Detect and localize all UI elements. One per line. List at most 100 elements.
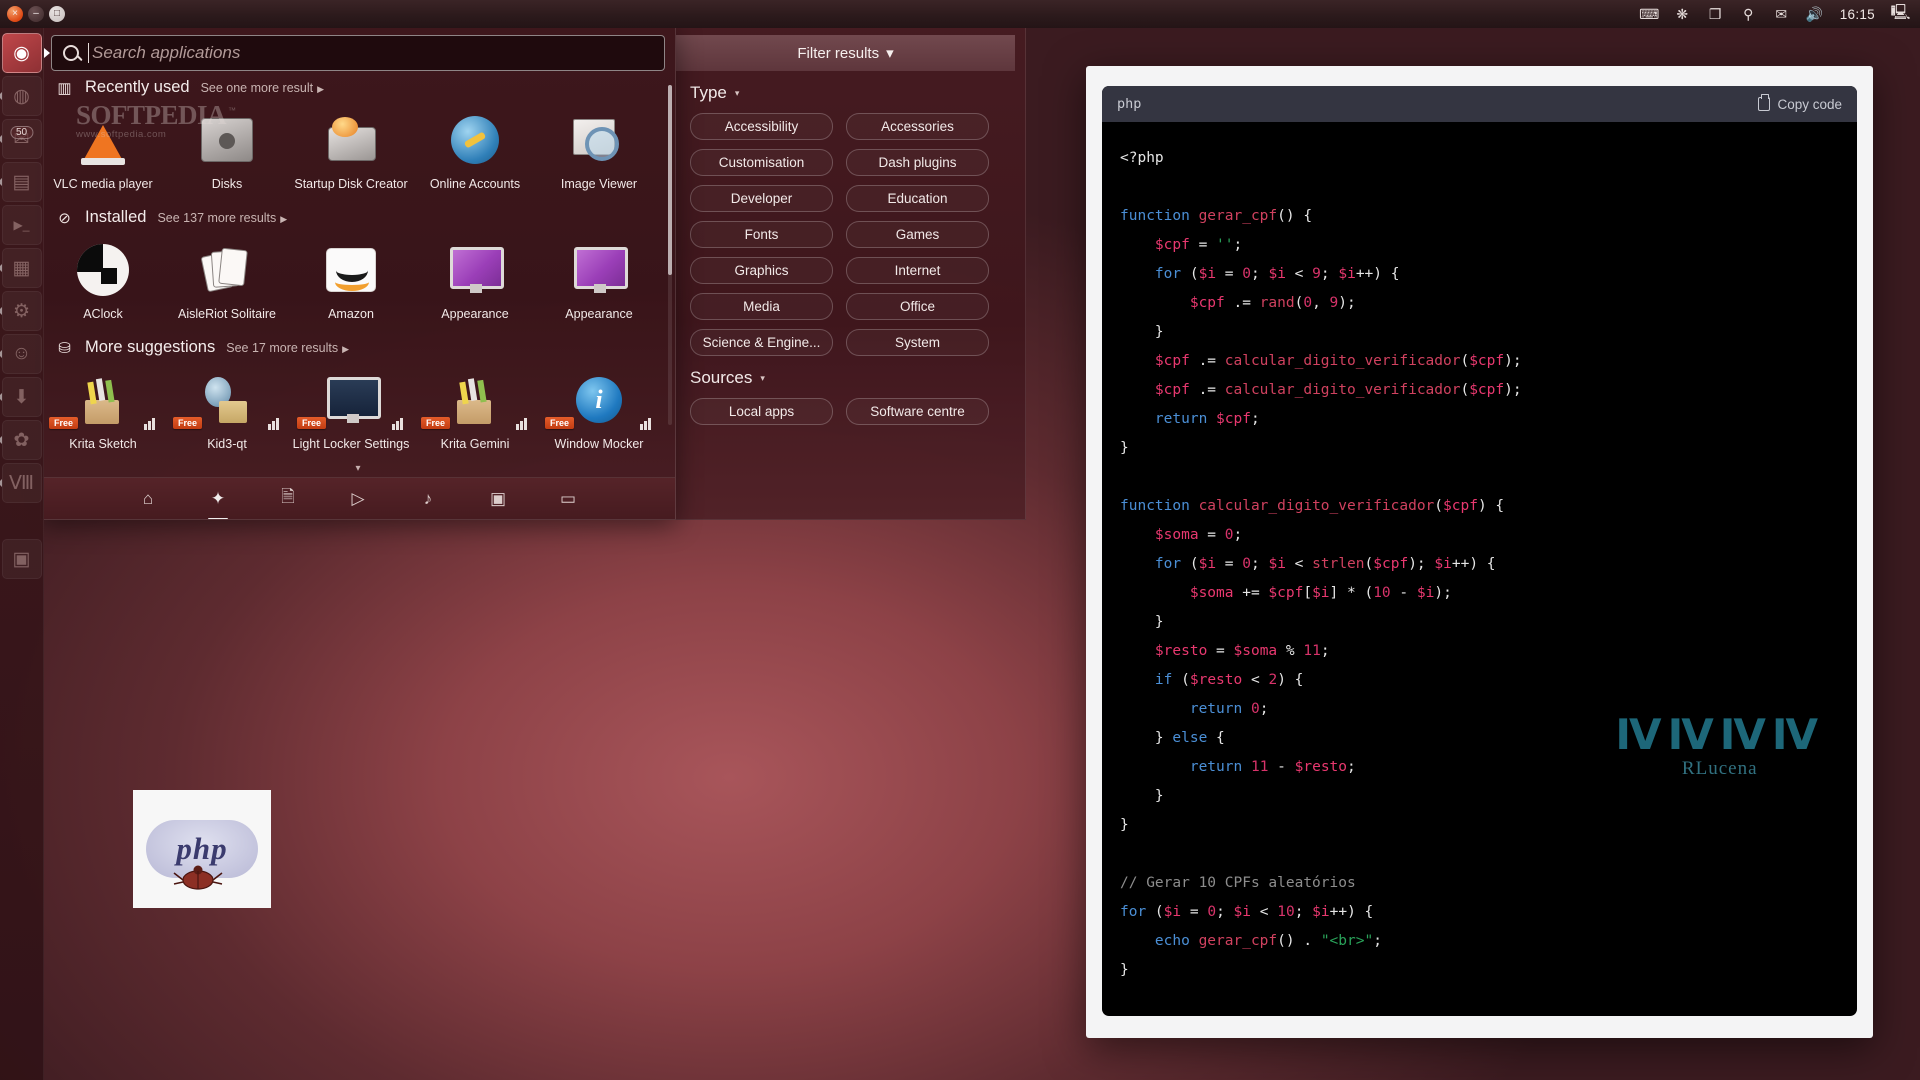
vpn-icon[interactable]: ⚲ <box>1739 6 1758 23</box>
launcher-item-firefox[interactable]: ◍ <box>0 76 42 116</box>
filter-button-accessories[interactable]: Accessories <box>846 113 989 140</box>
bluetooth-icon[interactable]: ❋ <box>1673 6 1692 23</box>
desktop-php-thumbnail[interactable]: php <box>133 790 271 908</box>
code-token: "<br>" <box>1320 933 1374 949</box>
running-indicator <box>0 264 2 272</box>
filter-button-fonts[interactable]: Fonts <box>690 221 833 248</box>
launcher-item-system-settings[interactable]: ⚙ <box>0 291 42 331</box>
filter-button-dash-plugins[interactable]: Dash plugins <box>846 149 989 176</box>
code-token: $resto <box>1154 643 1208 659</box>
code-snippet-window[interactable]: php Copy code <?php function gerar_cpf()… <box>1086 66 1873 1038</box>
dash-app-tile[interactable]: i Free Window Mocker <box>537 363 661 461</box>
launcher-item-files-nautilus[interactable]: ▤ <box>0 162 42 202</box>
dropbox-icon[interactable]: ❐ <box>1706 6 1725 23</box>
dash-app-tile[interactable]: Startup Disk Creator <box>289 103 413 201</box>
launcher-item-vmware[interactable]: Ⅷ <box>0 463 42 503</box>
window-controls[interactable]: × – □ <box>0 6 65 22</box>
filter-button-games[interactable]: Games <box>846 221 989 248</box>
unity-dash[interactable]: Search applications ▥ Recently used See on… <box>40 24 676 520</box>
display-icon[interactable]: 🖳 <box>1891 4 1911 23</box>
filter-button-customisation[interactable]: Customisation <box>690 149 833 176</box>
app-icon-wrap <box>43 109 163 171</box>
dash-applications-lens[interactable]: ✦ <box>206 487 230 511</box>
ibus-indicator-icon[interactable]: ⌨ <box>1639 6 1659 23</box>
filter-button-system[interactable]: System <box>846 329 989 356</box>
code-token: calcular_digito_verificador <box>1224 353 1461 369</box>
dash-filter-panel[interactable]: Filter results ▾ Type ▾ Accessibility Acces… <box>676 24 1026 520</box>
dash-app-tile[interactable]: VLC media player <box>41 103 165 201</box>
dash-photos-lens[interactable]: ▣ <box>486 487 510 511</box>
launcher-item-software-updater[interactable]: ⬇ <box>0 377 42 417</box>
window-maximise-button[interactable]: □ <box>49 6 65 22</box>
code-token: = <box>1216 266 1243 282</box>
code-token: gerar_cpf <box>1198 208 1278 224</box>
unity-launcher[interactable]: ◉ ◍ ✉ 50 ▤ ▶_ ▦ ⚙ ☺ ⬇ ✿ Ⅷ ▣ <box>0 28 44 1080</box>
filter-button-accessibility[interactable]: Accessibility <box>690 113 833 140</box>
code-token: function <box>1120 498 1190 514</box>
filter-group: Sources ▾ Local apps Software centre <box>676 356 1025 425</box>
dash-app-tile[interactable]: Disks <box>165 103 289 201</box>
kid3-icon <box>203 377 251 423</box>
launcher-item-ubuntu-dash-home[interactable]: ◉ <box>1 33 42 73</box>
launcher-item-terminal[interactable]: ▶_ <box>1 205 42 245</box>
window-minimise-button[interactable]: – <box>28 6 44 22</box>
filter-button-local-apps[interactable]: Local apps <box>690 398 833 425</box>
launcher-item-gimp[interactable]: ✿ <box>0 420 42 460</box>
dash-section-more-link[interactable]: See one more result ▶ <box>201 81 324 97</box>
search-applications-field[interactable]: Search applications <box>51 35 665 71</box>
launcher-item-empathy-chat[interactable]: ☺ <box>0 334 42 374</box>
app-icon-wrap <box>291 239 411 301</box>
window-close-button[interactable]: × <box>7 6 23 22</box>
copy-code-button[interactable]: Copy code <box>1758 94 1842 112</box>
dash-app-tile[interactable]: Free Krita Sketch <box>41 363 165 461</box>
files-nautilus-icon: ▤ <box>12 171 31 193</box>
launcher-item-workspace-switcher[interactable]: ▣ <box>1 539 42 579</box>
filter-button-education[interactable]: Education <box>846 185 989 212</box>
filter-button-software-centre[interactable]: Software centre <box>846 398 989 425</box>
launcher-item-libreoffice-writer[interactable]: ▦ <box>0 248 42 288</box>
dash-collapse-arrow[interactable]: ▾ <box>41 463 675 474</box>
dash-app-tile[interactable]: AClock <box>41 233 165 331</box>
system-tray[interactable]: ⌨ ❋ ❐ ⚲ ✉ 🔊 16:15 🖳 <box>1639 4 1920 23</box>
clock[interactable]: 16:15 <box>1838 7 1877 22</box>
filter-results-header[interactable]: Filter results ▾ <box>676 35 1015 71</box>
top-panel[interactable]: × – □ ⌨ ❋ ❐ ⚲ ✉ 🔊 16:15 🖳 <box>0 0 1920 28</box>
code-token: = <box>1198 527 1225 543</box>
dash-app-tile[interactable]: Appearance <box>537 233 661 331</box>
filter-button-media[interactable]: Media <box>690 293 833 320</box>
dash-files-lens[interactable]: 🗎 <box>276 487 300 511</box>
dash-app-tile[interactable]: AisleRiot Solitaire <box>165 233 289 331</box>
code-token: } <box>1120 614 1164 630</box>
dash-scrollbar[interactable] <box>668 85 672 425</box>
filter-button-science-engine[interactable]: Science & Engine... <box>690 329 833 356</box>
filter-button-internet[interactable]: Internet <box>846 257 989 284</box>
dash-app-tile[interactable]: Free Krita Gemini <box>413 363 537 461</box>
dash-app-tile[interactable]: Appearance <box>413 233 537 331</box>
dash-section-more-link[interactable]: See 137 more results ▶ <box>157 211 287 227</box>
dash-app-tile[interactable]: Free Kid3-qt <box>165 363 289 461</box>
filter-group-title[interactable]: Sources ▾ <box>690 368 1025 388</box>
code-line: if ($resto < 2) { <box>1120 666 1857 695</box>
dash-app-tile[interactable]: Image Viewer <box>537 103 661 201</box>
dash-home-lens[interactable]: ⌂ <box>136 487 160 511</box>
dash-section-more-link[interactable]: See 17 more results ▶ <box>226 341 349 357</box>
filter-button-office[interactable]: Office <box>846 293 989 320</box>
dash-app-tile[interactable]: Online Accounts <box>413 103 537 201</box>
dash-app-tile[interactable]: Free Light Locker Settings <box>289 363 413 461</box>
launcher-item-thunderbird[interactable]: ✉ 50 <box>0 119 42 159</box>
dash-app-tile[interactable]: Amazon <box>289 233 413 331</box>
dash-video-lens[interactable]: ▷ <box>346 487 370 511</box>
filter-group-title[interactable]: Type ▾ <box>690 83 1025 103</box>
filter-button-graphics[interactable]: Graphics <box>690 257 833 284</box>
startup-disk-icon <box>324 117 378 163</box>
filter-button-developer[interactable]: Developer <box>690 185 833 212</box>
mail-icon[interactable]: ✉ <box>1772 6 1791 23</box>
dash-music-lens[interactable]: ♪ <box>416 487 440 511</box>
volume-icon[interactable]: 🔊 <box>1805 6 1824 23</box>
terminal-icon: ▶_ <box>13 218 30 232</box>
dash-lens-bar[interactable]: ⌂ ✦ 🗎 ▷ ♪ ▣ ▭ <box>41 477 675 519</box>
dash-messages-lens[interactable]: ▭ <box>556 487 580 511</box>
app-name: Image Viewer <box>560 177 638 191</box>
code-token: ; <box>1347 759 1356 775</box>
